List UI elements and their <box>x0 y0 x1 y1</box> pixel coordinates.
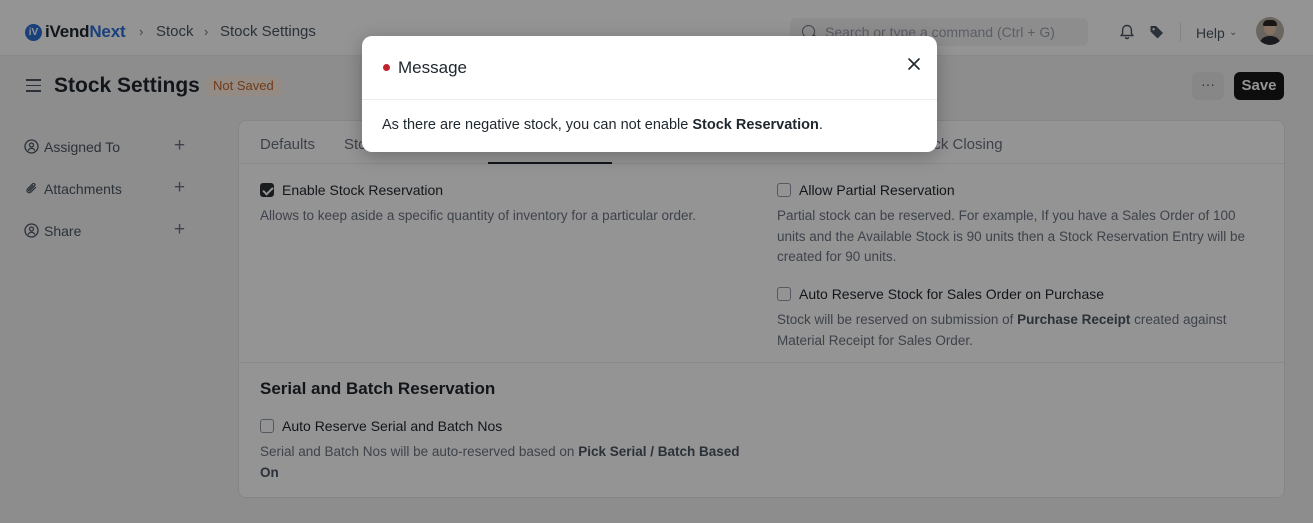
close-icon[interactable] <box>906 56 922 72</box>
message-dialog: Message As there are negative stock, you… <box>362 36 937 152</box>
dialog-title: Message <box>398 58 467 77</box>
dialog-message: As there are negative stock, you can not… <box>382 117 823 133</box>
indicator-dot-icon <box>383 64 390 71</box>
dialog-message-emphasis: Stock Reservation <box>692 117 819 133</box>
dialog-divider <box>362 99 937 100</box>
